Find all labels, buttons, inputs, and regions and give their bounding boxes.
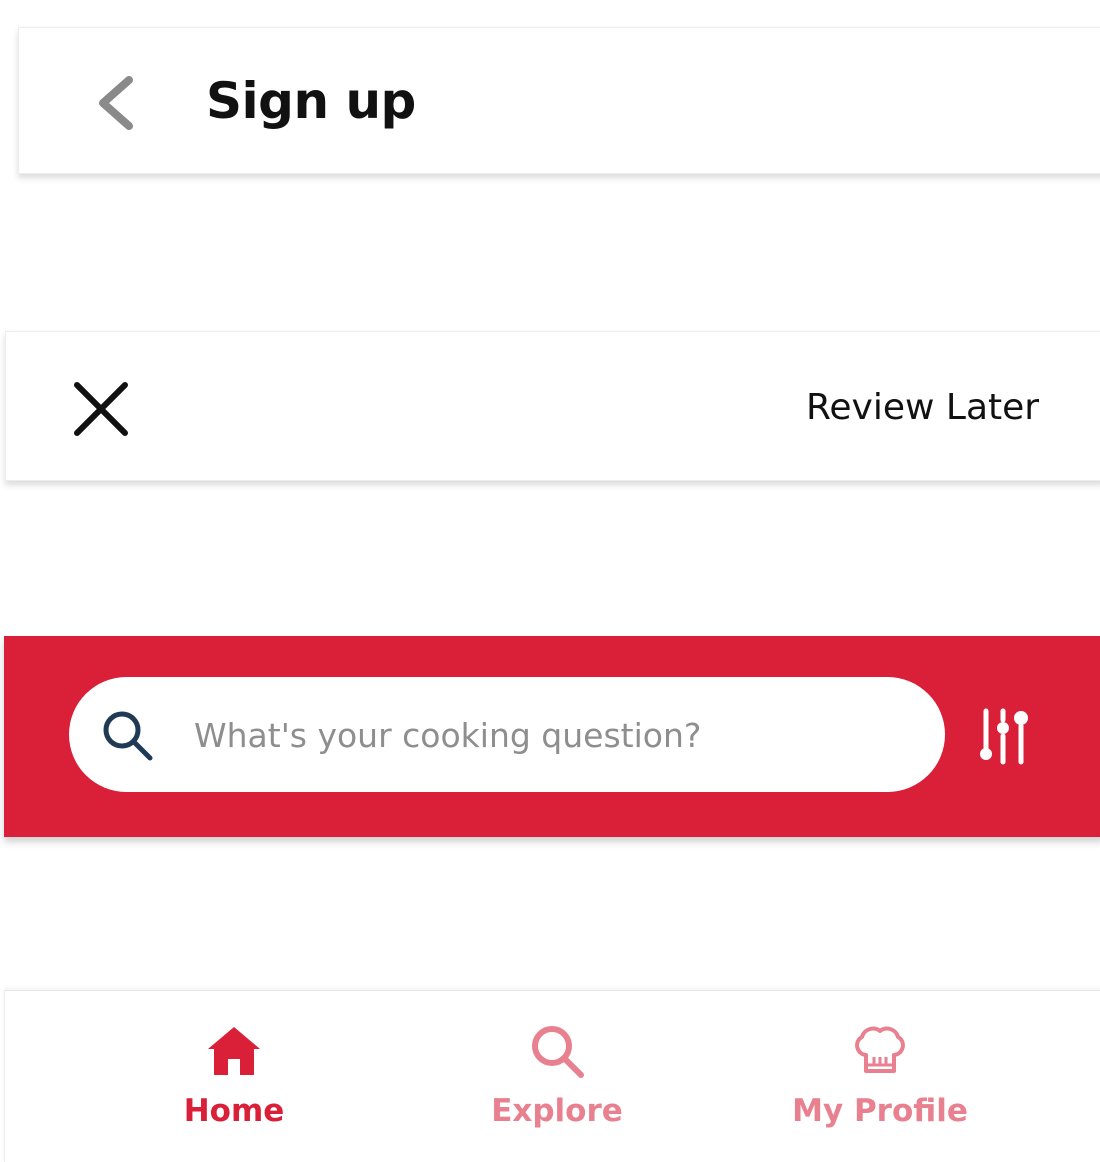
- close-icon[interactable]: [68, 376, 134, 442]
- review-header-bar: Review Later: [5, 331, 1100, 481]
- nav-label-my-profile: My Profile: [792, 1093, 968, 1129]
- sliders-icon[interactable]: [976, 706, 1036, 766]
- bottom-navigation: Home Explore My Profile: [4, 990, 1100, 1162]
- nav-item-home[interactable]: Home: [114, 1021, 354, 1141]
- search-field[interactable]: [69, 677, 945, 792]
- search-icon: [532, 1026, 584, 1078]
- chevron-left-icon[interactable]: [91, 74, 141, 132]
- nav-label-home: Home: [183, 1093, 285, 1129]
- review-later-button[interactable]: Review Later: [806, 384, 1039, 432]
- search-input[interactable]: [194, 705, 914, 765]
- signup-header-bar: Sign up: [18, 27, 1100, 174]
- nav-item-explore[interactable]: Explore: [437, 1021, 677, 1141]
- search-icon: [103, 711, 153, 761]
- home-icon: [208, 1027, 260, 1075]
- page-title: Sign up: [206, 72, 416, 130]
- nav-item-my-profile[interactable]: My Profile: [760, 1021, 1000, 1141]
- search-toolbar: [4, 636, 1100, 837]
- nav-label-explore: Explore: [491, 1093, 623, 1129]
- chef-hat-icon: [855, 1026, 905, 1073]
